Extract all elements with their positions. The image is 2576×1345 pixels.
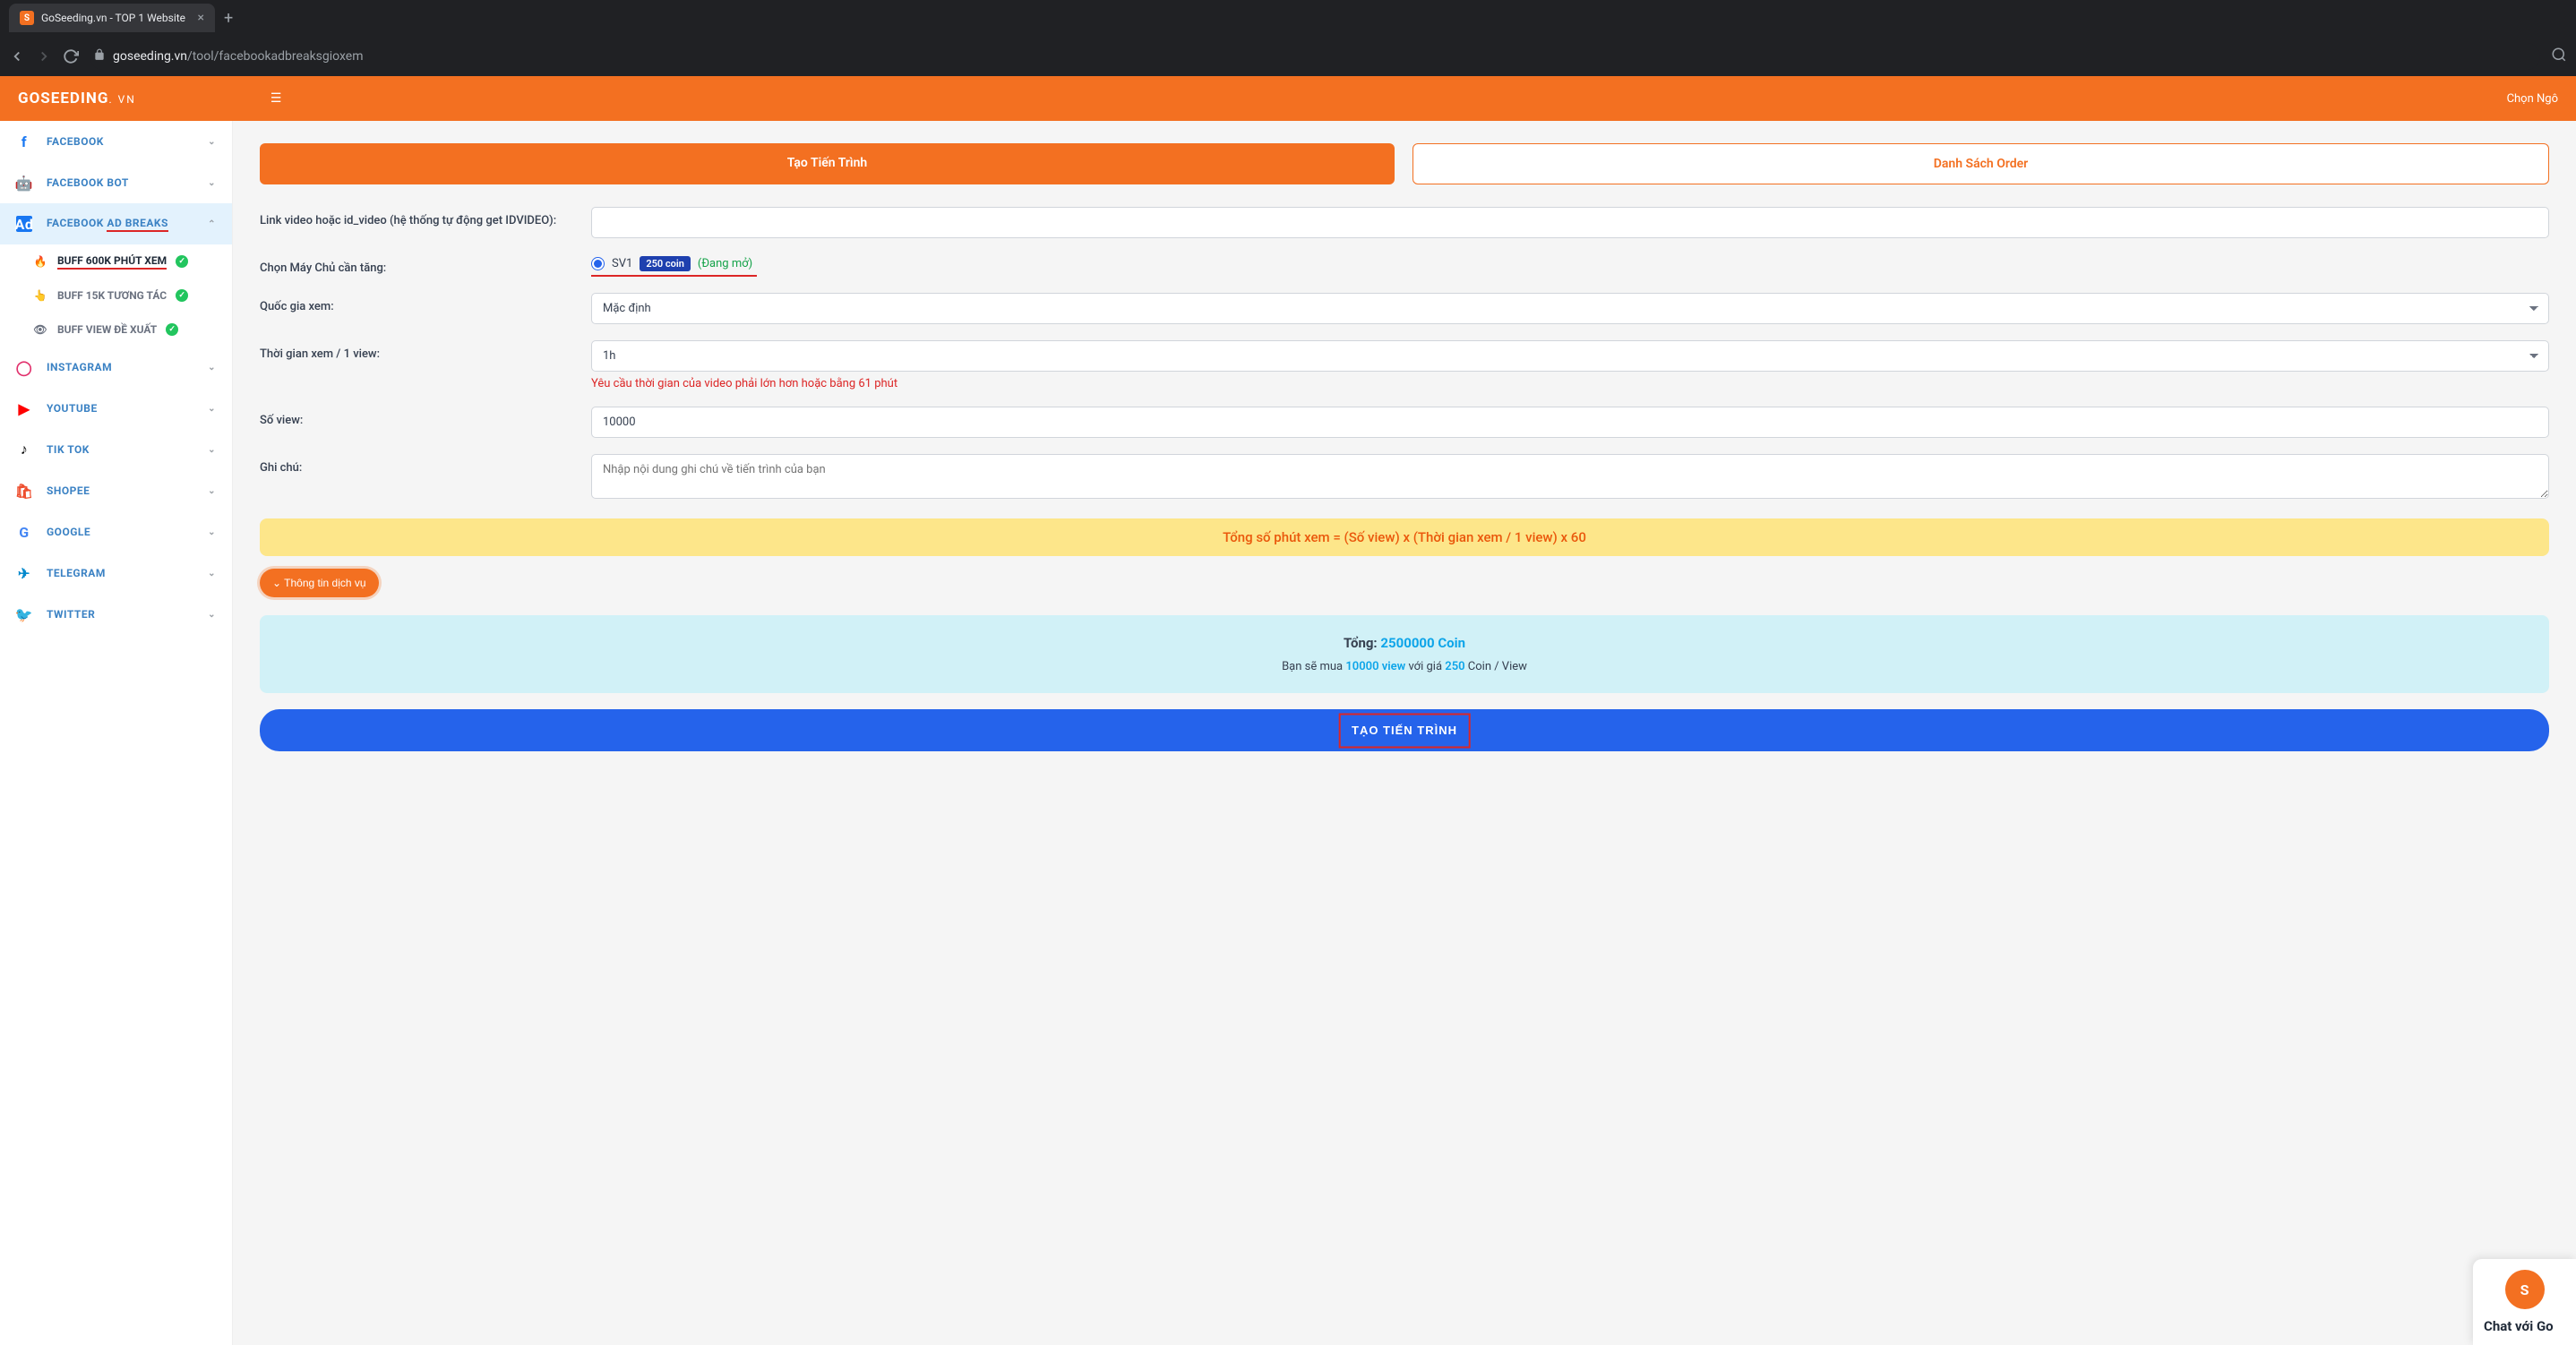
chevron-up-icon: ⌃: [208, 219, 216, 229]
total-label: Tổng:: [1344, 635, 1378, 651]
underline-decoration: [591, 275, 757, 277]
chevron-down-icon: ⌄: [208, 569, 216, 578]
service-info-button[interactable]: ⌄ Thông tin dịch vụ: [260, 569, 379, 597]
chevron-down-icon: ⌄: [272, 577, 284, 589]
content-tabs: Tạo Tiến Trình Danh Sách Order: [260, 143, 2549, 184]
nav-bar: goseeding.vn/tool/facebookadbreaksgioxem: [0, 36, 2576, 76]
sidebar-item-telegram[interactable]: ✈TELEGRAM ⌄: [0, 553, 232, 594]
browser-tab[interactable]: S GoSeeding.vn - TOP 1 Website ×: [9, 4, 215, 32]
time-label: Thời gian xem / 1 view:: [260, 340, 591, 361]
chevron-down-icon: ⌄: [208, 486, 216, 496]
sidebar-item-facebook-adbreaks[interactable]: AdFACEBOOK AD BREAKS ⌃: [0, 203, 232, 244]
tab-title: GoSeeding.vn - TOP 1 Website: [41, 12, 191, 24]
formula-banner: Tổng số phút xem = (Số view) x (Thời gia…: [260, 518, 2549, 556]
lock-icon: [93, 48, 106, 64]
tiktok-icon: ♪: [16, 441, 32, 458]
back-icon[interactable]: [9, 48, 25, 64]
chevron-down-icon: ⌄: [208, 363, 216, 373]
server-name: SV1: [612, 257, 632, 270]
summary-views: 10000 view: [1345, 660, 1405, 673]
note-label: Ghi chú:: [260, 454, 591, 475]
tab-create-process[interactable]: Tạo Tiến Trình: [260, 143, 1395, 184]
views-label: Số view:: [260, 407, 591, 427]
server-radio-row[interactable]: SV1 250 coin (Đang mở): [591, 254, 2549, 271]
adbreaks-submenu: 🔥 BUFF 600K PHÚT XEM ✓ 👆 BUFF 15K TƯƠNG …: [0, 244, 232, 347]
instagram-icon: ◯: [16, 359, 32, 375]
check-icon: ✓: [176, 255, 188, 268]
twitter-icon: 🐦: [16, 606, 32, 622]
total-amount: 2500000 Coin: [1380, 635, 1465, 651]
sub-item-buff-600k[interactable]: 🔥 BUFF 600K PHÚT XEM ✓: [16, 244, 232, 278]
country-select[interactable]: Mặc định: [591, 293, 2549, 324]
chat-avatar-icon: S: [2505, 1270, 2545, 1309]
tab-order-list[interactable]: Danh Sách Order: [1413, 143, 2549, 184]
chevron-down-icon: ⌄: [208, 137, 216, 147]
link-label: Link video hoặc id_video (hệ thống tự độ…: [260, 207, 591, 227]
language-selector[interactable]: Chọn Ngô: [2507, 92, 2558, 106]
chevron-down-icon: ⌄: [208, 527, 216, 537]
chevron-down-icon: ⌄: [208, 404, 216, 414]
eye-icon: 👁: [32, 321, 48, 338]
facebook-icon: f: [16, 133, 32, 150]
server-label: Chọn Máy Chủ cần tăng:: [260, 254, 591, 275]
time-select[interactable]: 1h: [591, 340, 2549, 372]
sub-item-buff-15k[interactable]: 👆 BUFF 15K TƯƠNG TÁC ✓: [16, 278, 232, 313]
chevron-down-icon: ⌄: [208, 610, 216, 620]
url-path: /tool/facebookadbreaksgioxem: [187, 49, 364, 64]
chevron-down-icon: ⌄: [208, 445, 216, 455]
google-icon: G: [16, 524, 32, 540]
chat-title: Chat với Go: [2484, 1318, 2565, 1334]
url-bar[interactable]: goseeding.vn/tool/facebookadbreaksgioxem: [90, 43, 2540, 70]
app-header: GOSEEDING. VN ☰ Chọn Ngô: [0, 76, 2576, 121]
close-icon[interactable]: ×: [198, 11, 204, 25]
ad-icon: Ad: [16, 216, 32, 232]
pointer-icon: 👆: [32, 287, 48, 304]
url-domain: goseeding.vn: [113, 49, 187, 64]
submit-button[interactable]: TẠO TIẾN TRÌNH: [260, 709, 2549, 751]
views-input[interactable]: [591, 407, 2549, 438]
shopee-icon: 🛍: [16, 483, 32, 499]
summary-price: 250: [1445, 660, 1464, 673]
chevron-down-icon: ⌄: [208, 178, 216, 188]
sidebar-item-instagram[interactable]: ◯INSTAGRAM ⌄: [0, 347, 232, 388]
sidebar-item-youtube[interactable]: ▶YOUTUBE ⌄: [0, 388, 232, 429]
server-radio[interactable]: [591, 257, 605, 270]
facebook-bot-icon: 🤖: [16, 175, 32, 191]
tab-bar: S GoSeeding.vn - TOP 1 Website × +: [0, 0, 2576, 36]
main-content: Tạo Tiến Trình Danh Sách Order Link vide…: [233, 121, 2576, 1345]
telegram-icon: ✈: [16, 565, 32, 581]
check-icon: ✓: [166, 323, 178, 336]
youtube-icon: ▶: [16, 400, 32, 416]
fire-icon: 🔥: [32, 253, 48, 270]
note-textarea[interactable]: [591, 454, 2549, 499]
total-summary: Tổng: 2500000 Coin Bạn sẽ mua 10000 view…: [260, 615, 2549, 693]
sidebar-item-facebook-bot[interactable]: 🤖FACEBOOK BOT ⌄: [0, 162, 232, 203]
sidebar-item-shopee[interactable]: 🛍SHOPEE ⌄: [0, 470, 232, 511]
server-price-badge: 250 coin: [640, 256, 691, 271]
time-hint: Yêu cầu thời gian của video phải lớn hơn…: [591, 377, 2549, 390]
forward-icon[interactable]: [36, 48, 52, 64]
sub-item-buff-view[interactable]: 👁 BUFF VIEW ĐỀ XUẤT ✓: [16, 313, 232, 347]
search-icon[interactable]: [2551, 47, 2567, 66]
check-icon: ✓: [176, 289, 188, 302]
favicon-icon: S: [20, 11, 34, 25]
new-tab-button[interactable]: +: [224, 9, 233, 28]
country-label: Quốc gia xem:: [260, 293, 591, 313]
server-status: (Đang mở): [698, 257, 752, 270]
sidebar-item-google[interactable]: GGOOGLE ⌄: [0, 511, 232, 553]
reload-icon[interactable]: [63, 48, 79, 64]
hamburger-icon[interactable]: ☰: [270, 91, 282, 106]
link-input[interactable]: [591, 207, 2549, 238]
brand-logo[interactable]: GOSEEDING. VN: [18, 90, 136, 107]
sidebar-item-tiktok[interactable]: ♪TIK TOK ⌄: [0, 429, 232, 470]
sidebar-item-twitter[interactable]: 🐦TWITTER ⌄: [0, 594, 232, 635]
chat-widget[interactable]: S Chat với Go: [2473, 1259, 2576, 1345]
browser-chrome: S GoSeeding.vn - TOP 1 Website × + gosee…: [0, 0, 2576, 76]
sidebar: fFACEBOOK ⌄ 🤖FACEBOOK BOT ⌄ AdFACEBOOK A…: [0, 121, 233, 1345]
sidebar-item-facebook[interactable]: fFACEBOOK ⌄: [0, 121, 232, 162]
